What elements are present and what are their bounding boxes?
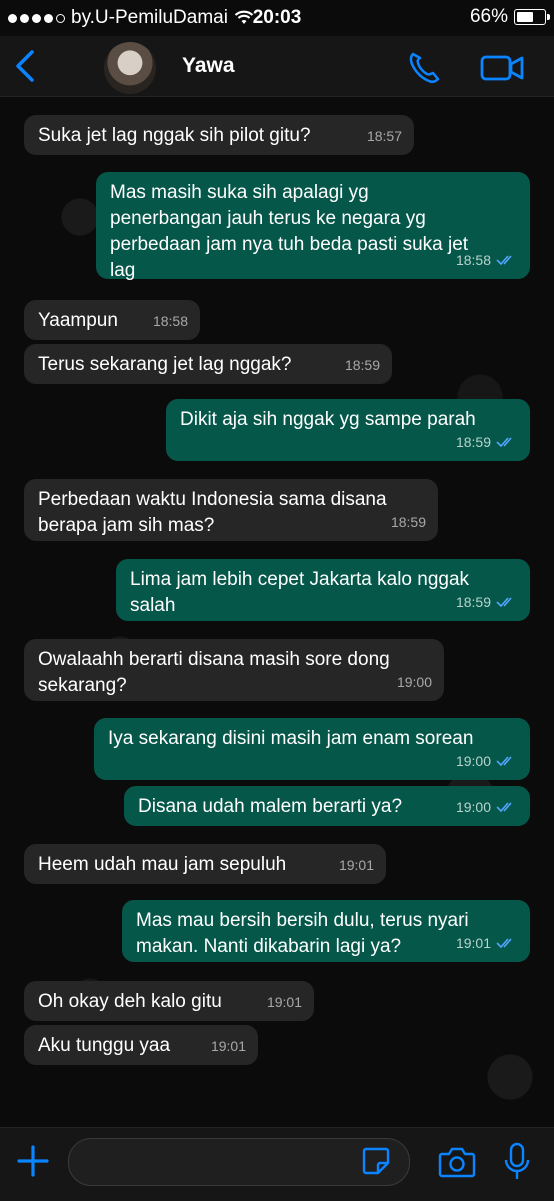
avatar[interactable] — [104, 42, 156, 94]
message-time: 18:57 — [366, 128, 402, 144]
message-outgoing[interactable]: Iya sekarang disini masih jam enam sorea… — [94, 718, 530, 780]
double-check-icon — [496, 597, 512, 608]
message-time: 19:01 — [455, 935, 491, 951]
double-check-icon — [496, 255, 512, 266]
message-outgoing[interactable]: Lima jam lebih cepet Jakarta kalo nggak … — [116, 559, 530, 621]
message-incoming[interactable]: Yaampun 18:58 — [24, 300, 200, 340]
message-list[interactable]: Suka jet lag nggak sih pilot gitu? 18:57… — [0, 97, 554, 1127]
contact-name[interactable]: Yawa — [182, 54, 235, 78]
microphone-icon[interactable] — [502, 1142, 532, 1182]
message-outgoing[interactable]: Disana udah malem berarti ya? 19:00 — [124, 786, 530, 826]
message-text: Oh okay deh kalo gitu — [38, 991, 222, 1012]
message-input[interactable] — [68, 1138, 410, 1186]
video-camera-icon[interactable] — [479, 50, 525, 86]
double-check-icon — [496, 802, 512, 813]
chevron-left-icon[interactable] — [10, 48, 42, 84]
double-check-icon — [496, 938, 512, 949]
message-incoming[interactable]: Perbedaan waktu Indonesia sama disana be… — [24, 479, 438, 541]
status-bar: by.U-PemiluDamai 20:03 66% — [0, 0, 554, 36]
battery-percent: 66% — [469, 6, 508, 27]
battery-icon — [514, 9, 550, 25]
message-time: 19:01 — [210, 1038, 246, 1054]
composer-bar — [0, 1127, 554, 1201]
phone-icon[interactable] — [404, 50, 444, 86]
message-time: 18:59 — [344, 357, 380, 373]
message-time: 19:00 — [455, 753, 491, 769]
message-incoming[interactable]: Aku tunggu yaa 19:01 — [24, 1025, 258, 1065]
sticker-icon[interactable] — [361, 1146, 391, 1176]
message-outgoing[interactable]: Mas masih suka sih apalagi yg penerbanga… — [96, 172, 530, 281]
message-outgoing[interactable]: Mas mau bersih bersih dulu, terus nyari … — [122, 900, 530, 962]
message-text: Heem udah mau jam sepuluh — [38, 854, 287, 875]
message-time: 18:58 — [152, 313, 188, 329]
message-incoming[interactable]: Oh okay deh kalo gitu 19:01 — [24, 981, 314, 1021]
status-right: 66% — [469, 6, 550, 28]
double-check-icon — [496, 437, 512, 448]
message-time: 18:58 — [455, 252, 491, 268]
message-time: 19:01 — [338, 857, 374, 873]
message-text: Terus sekarang jet lag nggak? — [38, 354, 292, 375]
message-time: 18:59 — [390, 514, 426, 530]
message-text: Suka jet lag nggak sih pilot gitu? — [38, 125, 311, 146]
message-time: 19:00 — [396, 674, 432, 690]
message-time: 18:59 — [455, 594, 491, 610]
message-outgoing[interactable]: Dikit aja sih nggak yg sampe parah 18:59 — [166, 399, 530, 461]
message-time: 18:59 — [455, 434, 491, 450]
message-incoming[interactable]: Suka jet lag nggak sih pilot gitu? 18:57 — [24, 115, 414, 155]
message-incoming[interactable]: Heem udah mau jam sepuluh 19:01 — [24, 844, 386, 884]
message-text: Owalaahh berarti disana masih sore dong … — [38, 649, 390, 696]
message-time: 19:01 — [266, 994, 302, 1010]
message-incoming[interactable]: Terus sekarang jet lag nggak? 18:59 — [24, 344, 392, 384]
double-check-icon — [496, 756, 512, 767]
chat-header: Yawa — [0, 36, 554, 97]
message-time: 19:00 — [455, 799, 491, 815]
camera-icon[interactable] — [438, 1146, 476, 1178]
message-text: Perbedaan waktu Indonesia sama disana be… — [38, 489, 387, 536]
plus-icon[interactable] — [16, 1144, 50, 1178]
message-incoming[interactable]: Owalaahh berarti disana masih sore dong … — [24, 639, 444, 701]
